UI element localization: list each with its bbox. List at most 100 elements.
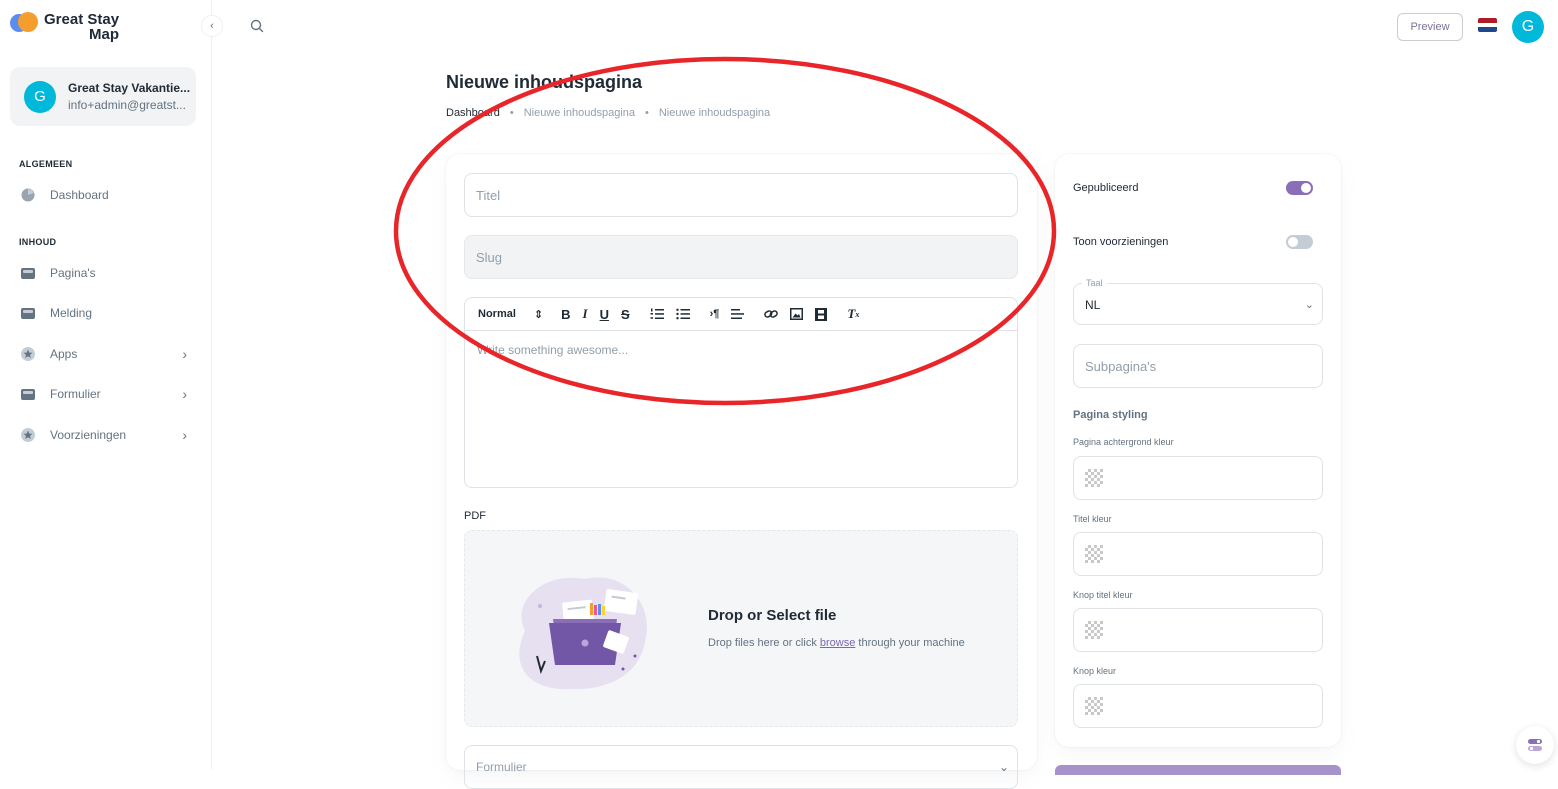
- app-logo[interactable]: Great Stay Map: [10, 12, 119, 42]
- transparent-swatch-icon: [1085, 469, 1103, 487]
- pdf-label: PDF: [464, 510, 486, 522]
- button-title-color-label: Knop titel kleur: [1073, 590, 1133, 600]
- link-icon[interactable]: [764, 308, 779, 320]
- align-icon[interactable]: [731, 308, 745, 320]
- published-label: Gepubliceerd: [1073, 182, 1139, 194]
- chevron-right-icon: ›: [182, 386, 187, 402]
- search-icon[interactable]: [250, 19, 264, 38]
- sidebar-item-label: Melding: [50, 306, 93, 320]
- page-title: Nieuwe inhoudspagina: [446, 72, 643, 92]
- editor-toolbar: Normal ⇕ B I U S ›¶ Tx: [465, 298, 1017, 331]
- facilities-label: Toon voorzieningen: [1073, 236, 1169, 248]
- language-legend: Taal: [1082, 278, 1107, 288]
- preview-button[interactable]: Preview: [1397, 13, 1463, 41]
- collapse-sidebar-button[interactable]: ‹: [201, 15, 223, 37]
- sidebar-item-formulier[interactable]: Formulier ›: [19, 382, 191, 406]
- transparent-swatch-icon: [1085, 545, 1103, 563]
- title-input[interactable]: Titel: [464, 173, 1018, 217]
- sidebar-item-label: Apps: [50, 347, 78, 361]
- language-select[interactable]: Taal NL ⌄: [1073, 278, 1323, 325]
- star-icon: [19, 345, 37, 363]
- text-direction-icon[interactable]: ›¶: [710, 308, 720, 320]
- folder-icon: [19, 385, 37, 403]
- button-color-label: Knop kleur: [1073, 666, 1117, 676]
- upload-illustration-icon: [519, 577, 647, 690]
- sidebar-item-paginas[interactable]: Pagina's: [19, 261, 191, 285]
- sidebar-item-label: Voorzieningen: [50, 428, 127, 442]
- button-color-input[interactable]: [1073, 684, 1323, 728]
- page-bg-color-label: Pagina achtergrond kleur: [1073, 437, 1174, 447]
- formulier-select[interactable]: Formulier ⌄: [464, 745, 1018, 789]
- transparent-swatch-icon: [1085, 621, 1103, 639]
- nav-section-inhoud: INHOUD: [19, 237, 57, 247]
- subpages-input[interactable]: Subpagina's: [1073, 344, 1323, 388]
- chevron-down-icon: ⌄: [998, 760, 1009, 774]
- dashboard-icon: [19, 186, 37, 204]
- strikethrough-icon[interactable]: S: [621, 307, 630, 322]
- breadcrumb-separator: •: [509, 107, 514, 119]
- format-select-label: Normal: [478, 308, 516, 320]
- sidebar-item-label: Pagina's: [50, 266, 96, 280]
- bold-icon[interactable]: B: [561, 307, 570, 322]
- dropzone-subtitle: Drop files here or click browse through …: [708, 637, 965, 649]
- sidebar-item-melding[interactable]: Melding: [19, 301, 191, 325]
- sidebar: Great Stay Map G Great Stay Vakantie... …: [0, 0, 212, 770]
- published-toggle[interactable]: [1286, 181, 1313, 195]
- breadcrumb-item: Nieuwe inhoudspagina: [523, 107, 635, 119]
- dropzone-title: Drop or Select file: [708, 607, 837, 624]
- folder-icon: [19, 304, 37, 322]
- page-styling-heading: Pagina styling: [1073, 409, 1148, 421]
- breadcrumb-separator: •: [645, 107, 649, 119]
- dropzone-text-before: Drop files here or click: [708, 637, 820, 649]
- clear-format-icon[interactable]: Tx: [847, 306, 859, 322]
- breadcrumb: Dashboard • Nieuwe inhoudspagina • Nieuw…: [446, 107, 770, 119]
- bullet-list-icon[interactable]: [675, 308, 690, 320]
- chevron-right-icon: ›: [182, 427, 187, 443]
- chevron-right-icon: ›: [182, 346, 187, 362]
- select-arrows-icon: ⇕: [533, 308, 544, 321]
- underline-icon[interactable]: U: [600, 307, 609, 322]
- sidebar-item-apps[interactable]: Apps ›: [19, 342, 191, 366]
- user-avatar[interactable]: G: [1512, 11, 1544, 43]
- video-icon[interactable]: [815, 307, 828, 321]
- facilities-row: Toon voorzieningen: [1073, 231, 1313, 253]
- account-name: Great Stay Vakantie...: [68, 81, 191, 95]
- sidebar-item-voorzieningen[interactable]: Voorzieningen ›: [19, 423, 191, 447]
- button-title-color-input[interactable]: [1073, 608, 1323, 652]
- rich-text-editor: Normal ⇕ B I U S ›¶ Tx Write something aw…: [464, 297, 1018, 488]
- transparent-swatch-icon: [1085, 697, 1103, 715]
- account-card[interactable]: G Great Stay Vakantie... info+admin@grea…: [10, 67, 196, 126]
- editor-content[interactable]: Write something awesome...: [465, 331, 1017, 369]
- breadcrumb-current: Nieuwe inhoudspagina: [658, 107, 771, 119]
- folder-icon: [19, 264, 37, 282]
- title-color-input[interactable]: [1073, 532, 1323, 576]
- title-color-label: Titel kleur: [1073, 514, 1112, 524]
- slug-input[interactable]: Slug: [464, 235, 1018, 279]
- account-email: info+admin@greatst...: [68, 98, 186, 112]
- chevron-down-icon: ⌄: [1304, 299, 1314, 311]
- logo-text-line2: Map: [89, 26, 120, 43]
- settings-toggle-button[interactable]: [1516, 726, 1554, 764]
- sidebar-item-label: Formulier: [50, 387, 101, 401]
- format-select[interactable]: Normal ⇕: [478, 308, 543, 321]
- logo-icon: [10, 12, 38, 32]
- page-bg-color-input[interactable]: [1073, 456, 1323, 500]
- nl-flag-icon[interactable]: [1478, 18, 1497, 32]
- image-icon[interactable]: [790, 308, 804, 320]
- language-value: NL: [1085, 298, 1101, 312]
- italic-icon[interactable]: I: [583, 306, 588, 322]
- submit-button[interactable]: [1055, 765, 1341, 775]
- sidebar-item-label: Dashboard: [50, 188, 109, 202]
- sidebar-item-dashboard[interactable]: Dashboard: [19, 183, 191, 207]
- published-row: Gepubliceerd: [1073, 177, 1313, 199]
- pdf-dropzone[interactable]: [464, 530, 1018, 727]
- nav-section-algemeen: ALGEMEEN: [19, 159, 73, 169]
- browse-link[interactable]: browse: [820, 637, 855, 649]
- ordered-list-icon[interactable]: [650, 308, 664, 320]
- facilities-toggle[interactable]: [1286, 235, 1313, 249]
- dropzone-text-after: through your machine: [855, 637, 965, 649]
- account-avatar: G: [24, 80, 56, 113]
- formulier-placeholder: Formulier: [476, 760, 527, 774]
- toggle-settings-icon: [1528, 739, 1542, 751]
- breadcrumb-dashboard[interactable]: Dashboard: [446, 107, 500, 119]
